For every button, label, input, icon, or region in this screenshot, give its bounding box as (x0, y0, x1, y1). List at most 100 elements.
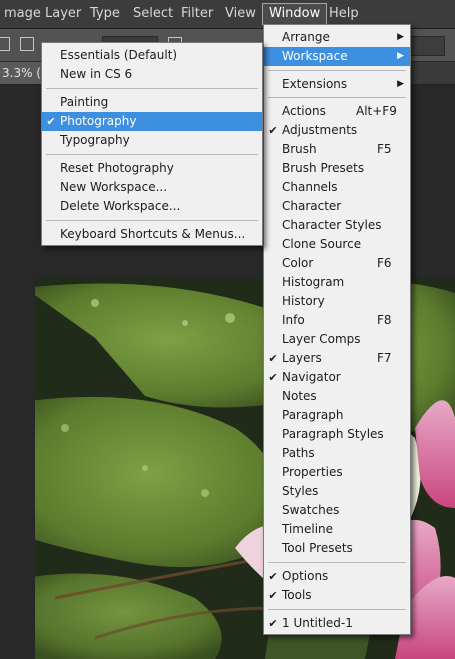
menu-item-label: Reset Photography (60, 161, 174, 175)
menu-divider (46, 154, 258, 155)
menu-item-label: Brush (282, 142, 317, 156)
menu-item-keyboard-shortcuts[interactable]: Keyboard Shortcuts & Menus... (42, 225, 262, 244)
menu-item-new-workspace[interactable]: New Workspace... (42, 178, 262, 197)
check-icon: ✔ (268, 371, 278, 384)
menu-item-label: Essentials (Default) (60, 48, 178, 62)
menu-item-delete-workspace[interactable]: Delete Workspace... (42, 197, 262, 216)
menu-item-character[interactable]: Character (264, 197, 410, 216)
menu-item-label: Swatches (282, 503, 340, 517)
menu-item-label: Histogram (282, 275, 345, 289)
menu-item-new-in-cs6[interactable]: New in CS 6 (42, 65, 262, 84)
height-field[interactable] (405, 36, 445, 56)
menu-item-painting[interactable]: Painting (42, 93, 262, 112)
menu-item-label: Brush Presets (282, 161, 365, 175)
menu-item-actions[interactable]: Actions Alt+F9 (264, 102, 410, 121)
shortcut-label: F8 (377, 313, 392, 327)
menu-item-adjustments[interactable]: ✔ Adjustments (264, 121, 410, 140)
menu-item-label: Painting (60, 95, 109, 109)
menu-item-character-styles[interactable]: Character Styles (264, 216, 410, 235)
menu-item-extensions[interactable]: Extensions ▶ (264, 75, 410, 94)
menu-item-label: Arrange (282, 30, 330, 44)
menu-item-label: Typography (60, 133, 130, 147)
menu-divider (268, 562, 406, 563)
menu-item-label: Options (282, 569, 329, 583)
menu-item-label: New Workspace... (60, 180, 168, 194)
menu-item-label: New in CS 6 (60, 67, 133, 81)
menu-divider (268, 70, 406, 71)
menu-item-label: Character Styles (282, 218, 382, 232)
menu-item-photography[interactable]: ✔ Photography (42, 112, 262, 131)
shortcut-label: F6 (377, 256, 392, 270)
window-menu: Arrange ▶ Workspace ▶ Extensions ▶ Actio… (263, 24, 411, 635)
menu-item-label: Keyboard Shortcuts & Menus... (60, 227, 246, 241)
menu-item-layers[interactable]: ✔ Layers F7 (264, 349, 410, 368)
menu-view[interactable]: View (219, 0, 262, 28)
menu-item-label: Paragraph Styles (282, 427, 384, 441)
menu-item-paragraph-styles[interactable]: Paragraph Styles (264, 425, 410, 444)
menu-item-styles[interactable]: Styles (264, 482, 410, 501)
menu-divider (46, 220, 258, 221)
menu-item-workspace[interactable]: Workspace ▶ (264, 47, 410, 66)
check-icon: ✔ (268, 570, 278, 583)
menu-item-label: Navigator (282, 370, 341, 384)
check-icon: ✔ (46, 115, 56, 128)
submenu-arrow-icon: ▶ (397, 51, 404, 61)
check-icon: ✔ (268, 617, 278, 630)
menu-item-paths[interactable]: Paths (264, 444, 410, 463)
menu-item-label: Info (282, 313, 305, 327)
menu-item-label: History (282, 294, 325, 308)
menu-item-timeline[interactable]: Timeline (264, 520, 410, 539)
menu-item-label: Clone Source (282, 237, 362, 251)
menu-filter[interactable]: Filter (175, 0, 219, 28)
menu-item-untitled-1[interactable]: ✔ 1 Untitled-1 (264, 614, 410, 633)
submenu-arrow-icon: ▶ (397, 32, 404, 42)
menu-item-history[interactable]: History (264, 292, 410, 311)
menu-item-brush-presets[interactable]: Brush Presets (264, 159, 410, 178)
menu-item-label: Tool Presets (282, 541, 353, 555)
menu-item-paragraph[interactable]: Paragraph (264, 406, 410, 425)
menu-window[interactable]: Window (262, 3, 328, 25)
menu-item-histogram[interactable]: Histogram (264, 273, 410, 292)
menu-select[interactable]: Select (127, 0, 179, 28)
shortcut-label: F7 (377, 351, 392, 365)
menu-item-navigator[interactable]: ✔ Navigator (264, 368, 410, 387)
menu-item-essentials[interactable]: Essentials (Default) (42, 46, 262, 65)
menu-item-label: Layer Comps (282, 332, 361, 346)
menu-item-brush[interactable]: Brush F5 (264, 140, 410, 159)
menu-layer[interactable]: Layer (39, 0, 87, 28)
add-selection-icon[interactable] (20, 37, 34, 51)
menu-item-info[interactable]: Info F8 (264, 311, 410, 330)
workspace-submenu: Essentials (Default) New in CS 6 Paintin… (41, 42, 263, 246)
menu-item-label: Paragraph (282, 408, 344, 422)
menu-item-label: Workspace (282, 49, 348, 63)
menu-item-label: 1 Untitled-1 (282, 616, 353, 630)
menu-item-clone-source[interactable]: Clone Source (264, 235, 410, 254)
menu-item-options[interactable]: ✔ Options (264, 567, 410, 586)
menu-item-label: Tools (282, 588, 312, 602)
menu-item-typography[interactable]: Typography (42, 131, 262, 150)
menu-item-swatches[interactable]: Swatches (264, 501, 410, 520)
check-icon: ✔ (268, 589, 278, 602)
shortcut-label: F5 (377, 142, 392, 156)
menu-item-label: Timeline (282, 522, 334, 536)
selection-mode-icon[interactable] (0, 37, 10, 51)
menu-item-layer-comps[interactable]: Layer Comps (264, 330, 410, 349)
menu-item-label: Adjustments (282, 123, 358, 137)
menu-item-reset-photography[interactable]: Reset Photography (42, 159, 262, 178)
check-icon: ✔ (268, 124, 278, 137)
menu-item-channels[interactable]: Channels (264, 178, 410, 197)
menu-item-arrange[interactable]: Arrange ▶ (264, 28, 410, 47)
menu-item-properties[interactable]: Properties (264, 463, 410, 482)
menu-item-tool-presets[interactable]: Tool Presets (264, 539, 410, 558)
shortcut-label: Alt+F9 (356, 104, 397, 118)
menu-item-label: Paths (282, 446, 315, 460)
menu-type[interactable]: Type (84, 0, 126, 28)
submenu-arrow-icon: ▶ (397, 79, 404, 89)
menu-item-label: Channels (282, 180, 338, 194)
menu-item-notes[interactable]: Notes (264, 387, 410, 406)
menu-item-label: Character (282, 199, 342, 213)
menu-item-tools[interactable]: ✔ Tools (264, 586, 410, 605)
menu-divider (268, 609, 406, 610)
menu-item-color[interactable]: Color F6 (264, 254, 410, 273)
menu-item-label: Delete Workspace... (60, 199, 181, 213)
